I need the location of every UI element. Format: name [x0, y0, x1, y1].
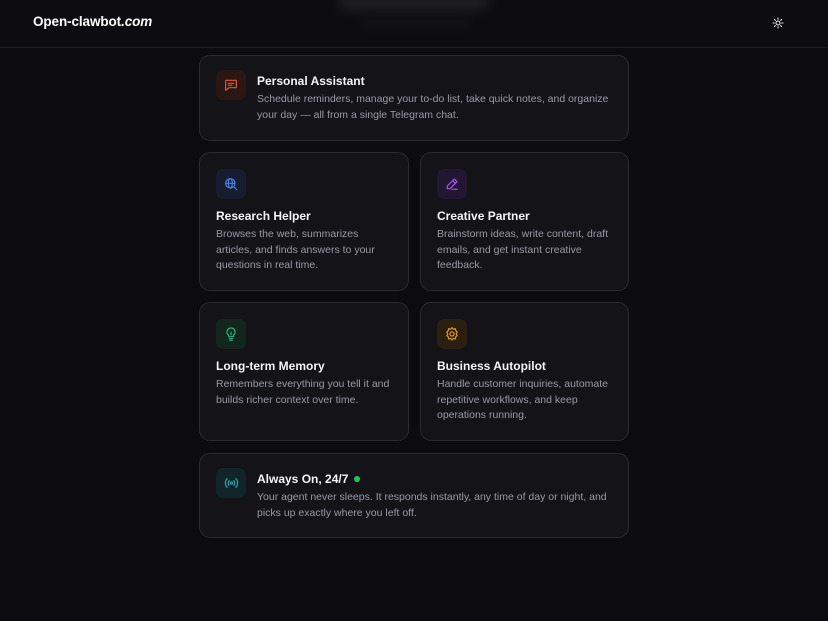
- research-helper-icon-box: [216, 169, 246, 199]
- feature-title: Business Autopilot: [437, 359, 546, 373]
- feature-title: Personal Assistant: [257, 74, 365, 88]
- feature-description: Remembers everything you tell it and bui…: [216, 378, 390, 406]
- business-autopilot-icon-box: [437, 319, 467, 349]
- always-on-title-text: Always On, 24/7: [257, 472, 349, 486]
- feature-card-creative-partner: Creative Partner Brainstorm ideas, write…: [420, 152, 629, 291]
- lightbulb-icon: [226, 327, 236, 341]
- feature-description: Brainstorm ideas, write content, draft e…: [437, 228, 608, 272]
- always-on-icon-box: [216, 468, 246, 498]
- creative-partner-icon-box: [437, 169, 467, 199]
- feature-card-research-helper: Research Helper Browses the web, summari…: [199, 152, 409, 291]
- logo-tld: .com: [121, 14, 153, 29]
- feature-card-long-term-memory: Long-term Memory Remembers everything yo…: [199, 302, 409, 441]
- top-bar: Open-clawbot.com: [0, 0, 828, 48]
- online-status-dot: [354, 476, 361, 482]
- pencil-icon: [446, 178, 458, 190]
- logo-name: Open-clawbot: [33, 14, 122, 29]
- feature-title: Always On, 24/7: [257, 472, 361, 486]
- chat-icon: [225, 79, 237, 91]
- globe-search-icon: [225, 178, 238, 191]
- blurred-subheading: [358, 18, 473, 28]
- feature-title: Long-term Memory: [216, 359, 325, 373]
- feature-title: Research Helper: [216, 209, 311, 223]
- feature-title: Creative Partner: [437, 209, 530, 223]
- feature-card-business-autopilot: Business Autopilot Handle customer inqui…: [420, 302, 629, 441]
- feature-description: Browses the web, summarizes articles, an…: [216, 228, 375, 272]
- feature-card-personal-assistant: Personal Assistant Schedule reminders, m…: [199, 55, 629, 141]
- sun-icon: [772, 17, 784, 29]
- feature-description: Schedule reminders, manage your to-do li…: [257, 93, 609, 121]
- feature-card-always-on: Always On, 24/7 Your agent never sleeps.…: [199, 453, 629, 538]
- personal-assistant-icon-box: [216, 70, 246, 100]
- broadcast-icon: [224, 478, 238, 488]
- gear-icon: [446, 327, 458, 341]
- feature-description: Handle customer inquiries, automate repe…: [437, 378, 609, 422]
- blurred-heading: [338, 0, 490, 10]
- theme-toggle-button[interactable]: [766, 11, 790, 35]
- feature-description: Your agent never sleeps. It responds ins…: [257, 491, 607, 519]
- long-term-memory-icon-box: [216, 319, 246, 349]
- page: Open-clawbot.com Personal Assistant Sche…: [0, 0, 828, 621]
- site-logo[interactable]: Open-clawbot.com: [33, 14, 152, 29]
